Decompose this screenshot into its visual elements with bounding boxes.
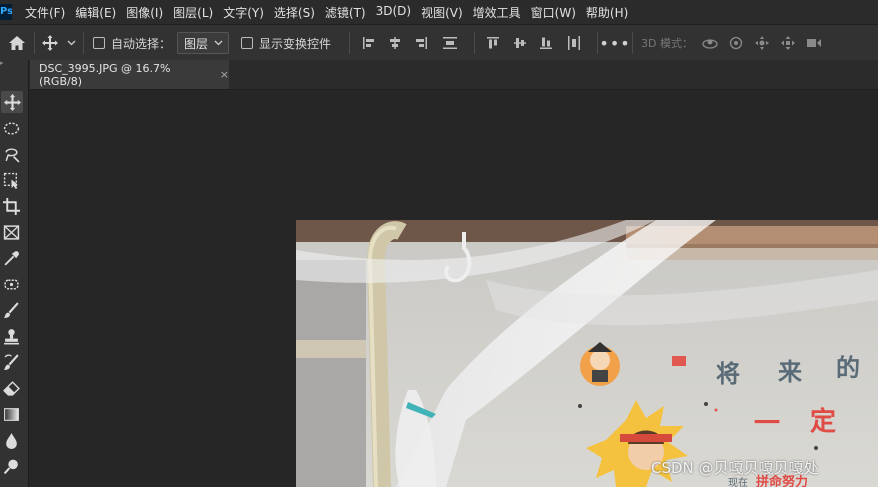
sign-char-1: 将 [716,360,740,388]
app-logo: Ps [0,4,12,20]
align-left-icon[interactable] [356,36,382,50]
menu-bar: Ps 文件(F) 编辑(E) 图像(I) 图层(L) 文字(Y) 选择(S) 滤… [0,0,878,24]
sign-small-text: 现在 [728,477,748,487]
brush-tool-icon[interactable] [0,299,22,321]
tools-panel: ▸ [0,60,29,487]
distribute-horizontal-icon[interactable] [434,36,466,50]
menu-window[interactable]: 窗口(W) [526,4,581,21]
align-right-icon[interactable] [408,36,434,50]
sign-char-2: 来 [778,358,803,386]
blur-tool-icon[interactable] [0,429,22,451]
document-tab[interactable]: DSC_3995.JPG @ 16.7%(RGB/8) × [30,60,229,89]
auto-select-checkbox[interactable] [93,37,105,49]
align-bottom-icon[interactable] [533,36,559,50]
separator [632,32,634,54]
marquee-tool-icon[interactable] [0,117,22,139]
document-image[interactable]: 将 来 的 一 定 现在 拼命努力 [296,220,878,487]
photo-content: 将 来 的 一 定 现在 拼命努力 [296,220,878,487]
chevron-down-icon [214,40,223,46]
menu-filter[interactable]: 滤镜(T) [320,4,371,21]
move-tool-icon[interactable] [1,91,23,113]
dodge-tool-icon[interactable] [0,455,22,477]
menu-view[interactable]: 视图(V) [416,4,468,21]
object-selection-tool-icon[interactable] [0,169,22,191]
show-transform-label: 显示变换控件 [259,36,332,51]
menu-type[interactable]: 文字(Y) [218,4,269,21]
separator [83,32,84,54]
menu-image[interactable]: 图像(I) [121,4,168,21]
show-transform-checkbox[interactable] [241,37,254,49]
align-top-icon[interactable] [479,36,507,50]
align-vcenter-icon[interactable] [507,36,533,50]
menu-plugins[interactable]: 增效工具 [468,4,526,21]
auto-select-label: 自动选择： [111,36,172,51]
lasso-tool-icon[interactable] [0,143,22,165]
crop-tool-icon[interactable] [0,195,22,217]
pan-3d-icon[interactable] [749,36,775,50]
menu-help[interactable]: 帮助(H) [581,4,633,21]
more-icon[interactable]: ••• [598,34,632,53]
panel-collapse-handle[interactable]: ▸ [0,60,28,67]
options-bar: 自动选择： 图层 显示变换控件 ••• 3D 模式： [0,24,878,61]
frame-tool-icon[interactable] [0,221,22,243]
clone-stamp-tool-icon[interactable] [0,325,22,347]
roll-3d-icon[interactable] [723,36,749,50]
sign-char-4: 一 [754,409,780,439]
align-hcenter-icon[interactable] [382,36,408,50]
chevron-down-icon[interactable] [65,40,77,46]
eraser-tool-icon[interactable] [0,377,22,399]
eyedropper-tool-icon[interactable] [0,247,22,269]
gradient-tool-icon[interactable] [0,403,22,425]
document-tab-title: DSC_3995.JPG @ 16.7%(RGB/8) [39,61,171,88]
orbit-3d-icon[interactable] [697,36,723,50]
mode-3d-label: 3D 模式： [641,37,693,50]
menu-list: 文件(F) 编辑(E) 图像(I) 图层(L) 文字(Y) 选择(S) 滤镜(T… [20,4,633,21]
menu-select[interactable]: 选择(S) [269,4,320,21]
sign-char-5: 定 [810,406,836,437]
scale-3d-icon[interactable] [801,37,827,49]
history-brush-tool-icon[interactable] [0,351,22,373]
healing-brush-tool-icon[interactable] [0,273,22,295]
document-tab-bar: DSC_3995.JPG @ 16.7%(RGB/8) × [30,60,878,90]
menu-layer[interactable]: 图层(L) [168,4,218,21]
separator [349,32,351,54]
close-icon[interactable]: × [220,68,229,81]
layer-select-value: 图层 [184,36,209,51]
watermark-text: CSDN @贝嘎贝嘎贝嘎处 [651,459,819,477]
move-icon[interactable] [35,35,65,51]
separator [474,32,476,54]
menu-file[interactable]: 文件(F) [20,4,70,21]
slide-3d-icon[interactable] [775,36,801,50]
home-icon[interactable] [0,35,34,51]
menu-3d[interactable]: 3D(D) [371,4,416,21]
sign-char-3: 的 [836,354,860,382]
menu-edit[interactable]: 编辑(E) [70,4,121,21]
layer-select[interactable]: 图层 [177,32,230,54]
distribute-vertical-icon[interactable] [559,35,589,51]
